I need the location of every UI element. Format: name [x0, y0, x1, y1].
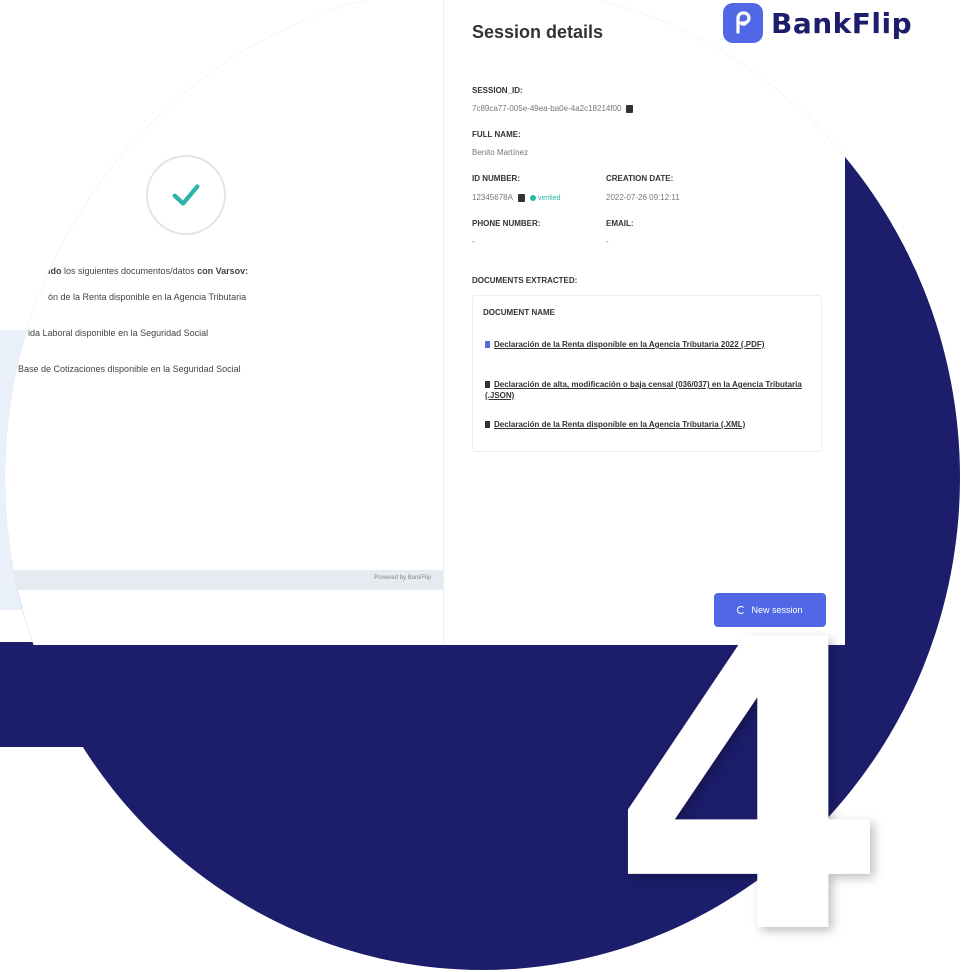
bankflip-logo-icon [723, 3, 763, 43]
result-line-cotizaciones: Base de Cotizaciones disponible en la Se… [18, 364, 241, 374]
result-line-vida-laboral: ida Laboral disponible en la Seguridad S… [28, 328, 209, 338]
app-window: ido los siguientes documentos/datos con … [5, 0, 845, 645]
documents-table: DOCUMENT NAME Declaración de la Renta di… [472, 295, 822, 452]
document-name-header: DOCUMENT NAME [483, 308, 555, 317]
file-icon [485, 421, 490, 429]
phone-label: PHONE NUMBER: [472, 219, 541, 228]
result-panel: ido los siguientes documentos/datos con … [5, 0, 443, 590]
full-name-label: FULL NAME: [472, 130, 521, 139]
copy-icon[interactable] [517, 193, 525, 202]
document-link-pdf[interactable]: Declaración de la Renta disponible en la… [485, 339, 815, 350]
id-number-label: ID NUMBER: [472, 174, 520, 183]
success-check-badge [146, 155, 226, 235]
step-number: 4 [610, 557, 889, 972]
creation-date-label: CREATION DATE: [606, 174, 674, 183]
email-value: - [606, 237, 609, 246]
file-icon [485, 341, 490, 349]
documents-extracted-label: DOCUMENTS EXTRACTED: [472, 276, 578, 285]
document-link-json[interactable]: Declaración de alta, modificación o baja… [485, 379, 815, 401]
brand-name: BankFlip [771, 6, 913, 40]
page-title: Session details [472, 22, 604, 42]
document-link-xml[interactable]: Declaración de la Renta disponible en la… [485, 419, 815, 430]
phone-value: - [472, 237, 475, 246]
session-details-panel: Session details SESSION_ID: 7c89ca77-005… [443, 0, 845, 645]
verified-badge: verified [529, 195, 561, 202]
file-icon [485, 381, 490, 389]
session-id-label: SESSION_ID: [472, 86, 523, 95]
verified-icon [529, 195, 536, 202]
brand-logo: BankFlip [723, 3, 912, 43]
email-label: EMAIL: [606, 219, 634, 228]
id-number-value: 12345678A verified [472, 193, 561, 202]
full-name-value: Benito Martínez [472, 148, 529, 157]
powered-by-text: Powered by BankFlip [374, 575, 431, 581]
intro-text: ido los siguientes documentos/datos con … [48, 266, 249, 276]
check-icon [172, 184, 200, 206]
session-id-value: 7c89ca77-005e-49ea-ba0e-4a2c18214f00 [472, 104, 634, 113]
copy-icon[interactable] [626, 104, 634, 113]
result-line-renta: ón de la Renta disponible en la Agencia … [48, 292, 247, 302]
footer-bar: Powered by BankFlip [5, 570, 443, 590]
creation-date-value: 2022-07-26 09:12:11 [606, 193, 680, 202]
